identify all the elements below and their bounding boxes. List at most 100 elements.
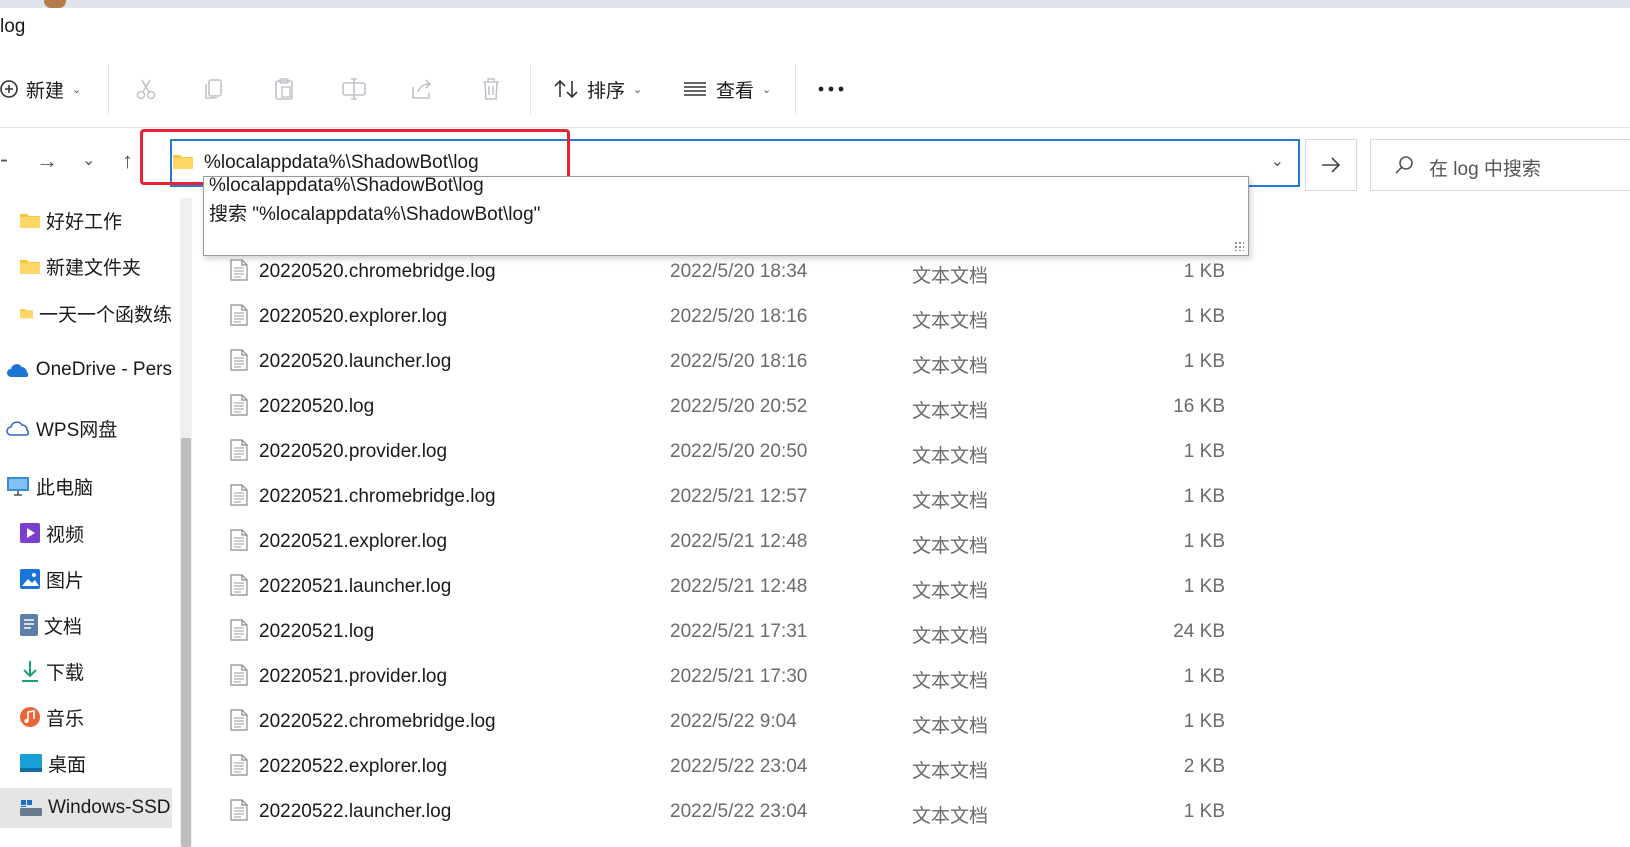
text-file-icon bbox=[230, 754, 248, 776]
file-row[interactable]: 20220521.explorer.log 2022/5/21 12:48 文本文档… bbox=[200, 519, 1630, 566]
file-date-modified: 2022/5/21 12:57 bbox=[670, 486, 808, 507]
sidebar-item-windows-ssd[interactable]: Windows-SSD bbox=[0, 788, 172, 828]
chevron-down-icon: ⌄ bbox=[633, 83, 643, 96]
sidebar-item-new-folder[interactable]: 新建文件夹 bbox=[0, 246, 172, 286]
file-row[interactable]: 20220521.provider.log 2022/5/21 17:30 文本文档… bbox=[200, 654, 1630, 701]
suggestion-item[interactable]: 搜索 "%localappdata%\ShadowBot\log" bbox=[209, 199, 540, 226]
file-name: 20220520.launcher.log bbox=[259, 351, 452, 372]
file-row[interactable]: 20220521.chromebridge.log 2022/5/21 12:57… bbox=[200, 474, 1630, 521]
sidebar-item-label: 好好工作 bbox=[46, 211, 123, 233]
recent-locations-button[interactable]: ⌄ bbox=[82, 150, 95, 170]
up-button[interactable]: ↑ bbox=[122, 148, 133, 174]
sidebar-item-label: OneDrive - Pers bbox=[35, 359, 172, 380]
cut-button[interactable] bbox=[135, 50, 157, 128]
file-row[interactable]: 20220522.launcher.log 2022/5/22 23:04 文本文档… bbox=[200, 789, 1630, 836]
file-size: 2 KB bbox=[1183, 756, 1225, 777]
file-row[interactable]: 20220522.chromebridge.log 2022/5/22 9:04 文… bbox=[200, 699, 1630, 746]
toolbar-divider bbox=[530, 64, 531, 114]
new-button[interactable]: 新建 ⌄ bbox=[0, 50, 81, 128]
view-button[interactable]: 查看 ⌄ bbox=[682, 50, 771, 128]
text-file-icon bbox=[230, 259, 248, 281]
address-path[interactable]: %localappdata%\ShadowBot\log bbox=[204, 152, 479, 174]
sidebar-item-this-pc[interactable]: 此电脑 bbox=[0, 466, 172, 506]
file-type: 文本文档 bbox=[912, 266, 989, 287]
text-file-icon bbox=[230, 709, 248, 731]
file-name: 20220520.chromebridge.log bbox=[259, 261, 496, 282]
music-icon bbox=[20, 707, 40, 727]
file-date-modified: 2022/5/21 12:48 bbox=[670, 531, 808, 552]
sidebar-item-videos[interactable]: 视频 bbox=[0, 513, 172, 553]
back-button[interactable]: - bbox=[0, 146, 8, 174]
share-button[interactable] bbox=[410, 50, 434, 128]
text-file-icon bbox=[230, 799, 248, 821]
file-date-modified: 2022/5/21 17:30 bbox=[670, 666, 808, 687]
go-button[interactable] bbox=[1305, 139, 1357, 191]
paste-button[interactable] bbox=[273, 50, 295, 128]
suggestion-item[interactable]: %localappdata%\ShadowBot\log bbox=[209, 175, 484, 197]
folder-icon bbox=[20, 214, 40, 228]
sidebar-item-pictures[interactable]: 图片 bbox=[0, 559, 172, 599]
trash-icon bbox=[483, 78, 499, 100]
search-placeholder[interactable]: 在 log 中搜索 bbox=[1429, 154, 1541, 181]
sidebar-item-downloads[interactable]: 下载 bbox=[0, 651, 172, 691]
file-size: 1 KB bbox=[1183, 486, 1225, 507]
drive-icon bbox=[20, 800, 42, 816]
picture-icon bbox=[20, 569, 40, 589]
sidebar-item-music[interactable]: 音乐 bbox=[0, 697, 172, 737]
file-name: 20220520.explorer.log bbox=[259, 306, 448, 327]
file-type: 文本文档 bbox=[912, 581, 989, 602]
file-row[interactable]: 20220520.launcher.log 2022/5/20 18:16 文本文档… bbox=[200, 339, 1630, 386]
sidebar-item-desktop[interactable]: 桌面 bbox=[0, 743, 172, 783]
forward-button[interactable]: → bbox=[36, 148, 58, 174]
sidebar-item-label: 一天一个函数练 bbox=[38, 304, 172, 326]
file-date-modified: 2022/5/22 9:04 bbox=[670, 711, 797, 732]
delete-button[interactable] bbox=[480, 50, 502, 128]
file-size: 1 KB bbox=[1183, 261, 1225, 282]
toolbar-divider bbox=[108, 64, 109, 114]
copy-button[interactable] bbox=[203, 50, 225, 128]
sidebar-scrollbar[interactable] bbox=[180, 198, 192, 847]
sort-button[interactable]: 排序 ⌄ bbox=[553, 50, 642, 128]
sidebar-item-haohao-gongzuo[interactable]: 好好工作 bbox=[0, 200, 172, 240]
search-box[interactable]: 在 log 中搜索 bbox=[1370, 139, 1630, 191]
file-size: 1 KB bbox=[1183, 711, 1225, 732]
sidebar-item-wps-cloud[interactable]: WPS网盘 bbox=[0, 408, 172, 448]
file-row[interactable]: 20220520.provider.log 2022/5/20 20:50 文本文档… bbox=[200, 429, 1630, 476]
copy-icon bbox=[205, 79, 222, 99]
sidebar-item-onedrive[interactable]: OneDrive - Pers bbox=[0, 350, 172, 390]
sort-arrows-icon bbox=[554, 79, 578, 99]
file-type: 文本文档 bbox=[912, 671, 989, 692]
folder-icon bbox=[20, 309, 33, 319]
file-name: 20220521.launcher.log bbox=[259, 576, 452, 597]
chevron-down-icon[interactable]: ⌄ bbox=[1271, 151, 1284, 171]
text-file-icon bbox=[230, 619, 248, 641]
file-size: 24 KB bbox=[1173, 621, 1225, 642]
file-row[interactable]: 20220521.launcher.log 2022/5/21 12:48 文本文档… bbox=[200, 564, 1630, 611]
sidebar-item-label: 此电脑 bbox=[36, 477, 94, 499]
scrollbar-thumb[interactable] bbox=[181, 438, 191, 847]
file-size: 16 KB bbox=[1173, 396, 1225, 417]
file-size: 1 KB bbox=[1183, 801, 1225, 822]
more-options-button[interactable] bbox=[818, 50, 844, 128]
search-icon bbox=[1395, 156, 1413, 174]
file-size: 1 KB bbox=[1183, 531, 1225, 552]
rename-button[interactable] bbox=[341, 50, 367, 128]
file-name: 20220520.log bbox=[259, 396, 375, 417]
file-name: 20220520.provider.log bbox=[259, 441, 448, 462]
text-file-icon bbox=[230, 394, 248, 416]
file-date-modified: 2022/5/21 12:48 bbox=[670, 576, 808, 597]
sidebar-item-documents[interactable]: 文档 bbox=[0, 605, 172, 645]
file-row[interactable]: 20220521.log 2022/5/21 17:31 文本文档 24 KB bbox=[200, 609, 1630, 656]
chevron-down-icon: ⌄ bbox=[72, 83, 82, 96]
file-row[interactable]: 20220520.explorer.log 2022/5/20 18:16 文本文档… bbox=[200, 294, 1630, 341]
folder-icon bbox=[20, 260, 40, 274]
file-date-modified: 2022/5/20 20:52 bbox=[670, 396, 808, 417]
onedrive-icon bbox=[6, 364, 29, 377]
toolbar-divider bbox=[795, 64, 796, 114]
file-row[interactable]: 20220520.log 2022/5/20 20:52 文本文档 16 KB bbox=[200, 384, 1630, 431]
file-size: 1 KB bbox=[1183, 576, 1225, 597]
sidebar-item-daily-function[interactable]: 一天一个函数练 bbox=[0, 293, 172, 333]
file-row[interactable]: 20220522.explorer.log 2022/5/22 23:04 文本文档… bbox=[200, 744, 1630, 791]
file-row[interactable]: 20220520.chromebridge.log 2022/5/20 18:34… bbox=[200, 250, 1630, 296]
address-suggestions-dropdown: %localappdata%\ShadowBot\log 搜索 "%locala… bbox=[203, 175, 1249, 256]
